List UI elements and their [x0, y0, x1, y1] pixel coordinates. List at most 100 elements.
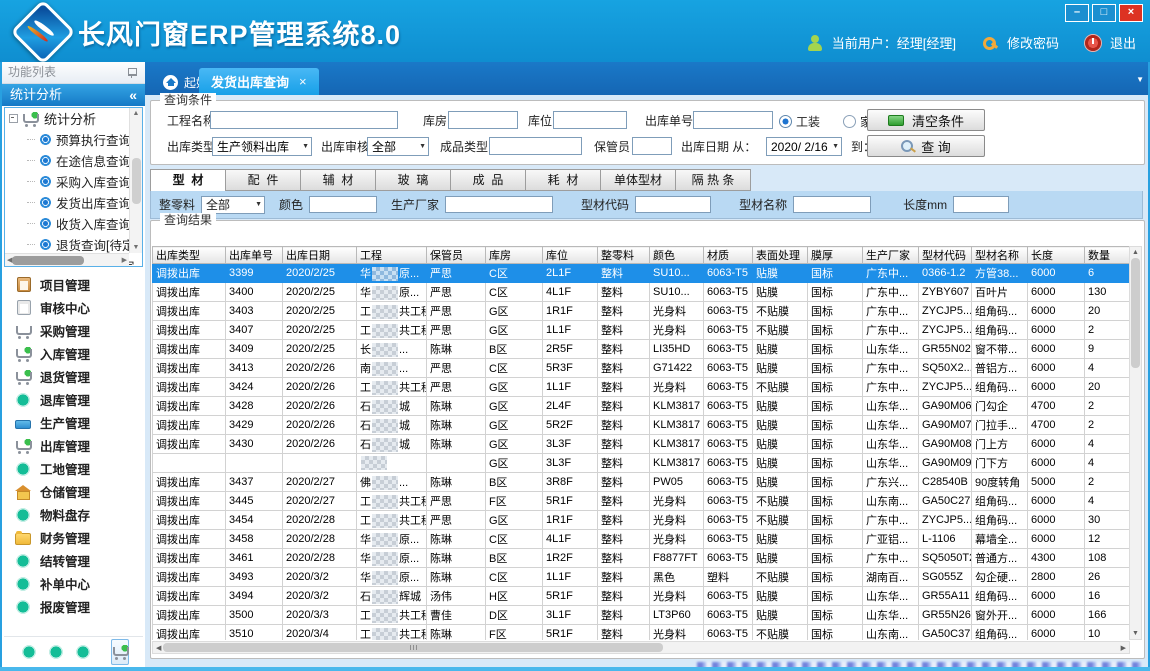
sidebar-module-退货管理[interactable]: 退货管理: [2, 365, 145, 388]
table-row[interactable]: 调拨出库34542020/2/28工共工程严思G区1R1F整料光身料6063-T…: [153, 511, 1131, 530]
profile-code-input[interactable]: [635, 196, 711, 213]
clear-conditions-button[interactable]: 清空条件: [867, 109, 985, 131]
tree-item[interactable]: 退货查询[待定]: [5, 234, 142, 255]
scrollbar-thumb[interactable]: [132, 158, 141, 204]
sidebar-module-结转管理[interactable]: 结转管理: [2, 549, 145, 572]
sidebar-module-出库管理[interactable]: 出库管理: [2, 434, 145, 457]
radio-work-install[interactable]: 工装: [779, 113, 820, 130]
table-row[interactable]: 调拨出库34292020/2/26石城陈琳G区5R2F整料KLM38176063…: [153, 416, 1131, 435]
keeper-input[interactable]: [632, 137, 672, 155]
sidebar-module-工地管理[interactable]: 工地管理: [2, 457, 145, 480]
table-row[interactable]: 调拨出库34282020/2/26石城陈琳G区2L4F整料KLM38176063…: [153, 397, 1131, 416]
maximize-button[interactable]: □: [1092, 4, 1116, 22]
warehouse-input[interactable]: [448, 111, 518, 129]
tree-horizontal-scrollbar[interactable]: ◀ ▶: [5, 253, 129, 266]
collapse-panel-button[interactable]: «: [129, 84, 137, 106]
scrollbar-thumb[interactable]: [163, 643, 663, 652]
close-button[interactable]: ×: [1119, 4, 1143, 22]
column-header[interactable]: 保管员: [427, 247, 486, 264]
material-tab[interactable]: 配 件: [226, 169, 301, 191]
search-button[interactable]: 查 询: [867, 135, 985, 157]
tree-item[interactable]: 在途信息查询[待: [5, 150, 142, 171]
sidebar-module-财务管理[interactable]: 财务管理: [2, 526, 145, 549]
table-row[interactable]: 调拨出库34612020/2/28华原...陈琳B区1R2F整料F8877FT6…: [153, 549, 1131, 568]
close-tab-icon[interactable]: ×: [299, 74, 307, 89]
tree-root-statistics[interactable]: 统计分析: [5, 108, 142, 129]
change-password-link[interactable]: 修改密码: [1007, 33, 1059, 52]
scroll-up-icon[interactable]: ▲: [1132, 249, 1139, 256]
scroll-left-icon[interactable]: ◀: [156, 644, 161, 652]
table-row[interactable]: 调拨出库33992020/2/25华原...严思C区2L1F整料SU10...6…: [153, 264, 1131, 283]
scroll-right-icon[interactable]: ▶: [1121, 644, 1126, 652]
table-row[interactable]: 调拨出库35102020/3/4工共工程陈琳F区5R1F整料光身料6063-T5…: [153, 625, 1131, 641]
sidebar-module-仓储管理[interactable]: 仓储管理: [2, 480, 145, 503]
scroll-up-icon[interactable]: ▲: [133, 110, 140, 117]
location-input[interactable]: [553, 111, 627, 129]
sidebar-module-生产管理[interactable]: 生产管理: [2, 411, 145, 434]
audit-select[interactable]: 全部▼: [367, 137, 429, 156]
material-tab[interactable]: 成 品: [451, 169, 526, 191]
material-tab[interactable]: 隔 热 条: [676, 169, 751, 191]
tree-item[interactable]: 收货入库查询: [5, 213, 142, 234]
column-header[interactable]: 出库类型: [153, 247, 226, 264]
table-row[interactable]: 调拨出库34942020/3/2石辉城汤伟H区5R1F整料光身料6063-T5贴…: [153, 587, 1131, 606]
table-row[interactable]: 调拨出库34032020/2/25工共工程严思G区1R1F整料光身料6063-T…: [153, 302, 1131, 321]
scrollbar-thumb[interactable]: [1131, 258, 1140, 368]
tab-list-dropdown-icon[interactable]: ▼: [1136, 75, 1144, 84]
material-tab[interactable]: 型 材: [150, 169, 226, 191]
tree-vertical-scrollbar[interactable]: ▲ ▼: [129, 108, 142, 253]
product-type-input[interactable]: [489, 137, 582, 155]
column-header[interactable]: 库位: [543, 247, 598, 264]
sidebar-module-审核中心[interactable]: 审核中心: [2, 296, 145, 319]
logout-link[interactable]: 退出: [1110, 33, 1136, 52]
table-row[interactable]: 调拨出库34372020/2/27佛...陈琳B区3R8F整料PW056063-…: [153, 473, 1131, 492]
scroll-down-icon[interactable]: ▼: [133, 244, 140, 251]
scroll-right-icon[interactable]: ▶: [122, 256, 127, 264]
table-row[interactable]: 调拨出库34452020/2/27工共工程严思F区5R1F整料光身料6063-T…: [153, 492, 1131, 511]
column-header[interactable]: 工程: [357, 247, 427, 264]
material-tab[interactable]: 耗 材: [526, 169, 601, 191]
manufacturer-input[interactable]: [445, 196, 553, 213]
tree-expander-icon[interactable]: [9, 114, 18, 123]
column-header[interactable]: 出库日期: [283, 247, 357, 264]
table-horizontal-scrollbar[interactable]: ◀ ▶: [152, 641, 1130, 654]
column-header[interactable]: 长度: [1028, 247, 1085, 264]
column-header[interactable]: 型材名称: [972, 247, 1028, 264]
table-row[interactable]: 调拨出库35002020/3/3工共工程曹佳D区3L1F整料LT3P606063…: [153, 606, 1131, 625]
table-row[interactable]: 调拨出库34002020/2/25华原...严思C区4L1F整料SU10...6…: [153, 283, 1131, 302]
tree-item[interactable]: 采购入库查询: [5, 171, 142, 192]
tab-shipping-outbound-query[interactable]: 发货出库查询 ×: [199, 68, 319, 95]
sidebar-module-采购管理[interactable]: 采购管理: [2, 319, 145, 342]
length-input[interactable]: [953, 196, 1009, 213]
whole-piece-select[interactable]: 全部▼: [201, 196, 265, 214]
column-header[interactable]: 生产厂家: [863, 247, 919, 264]
column-header[interactable]: 出库单号: [226, 247, 283, 264]
profile-name-input[interactable]: [793, 196, 871, 213]
project-name-input[interactable]: [210, 111, 398, 129]
sidebar-module-补单中心[interactable]: 补单中心: [2, 572, 145, 595]
table-row[interactable]: 调拨出库34092020/2/25长...陈琳B区2R5F整料LI35HD606…: [153, 340, 1131, 359]
material-tab[interactable]: 单体型材: [601, 169, 676, 191]
scroll-down-icon[interactable]: ▼: [1132, 630, 1139, 637]
tree-item[interactable]: 发货出库查询: [5, 192, 142, 213]
column-header[interactable]: 库房: [486, 247, 543, 264]
table-row[interactable]: G区3L3F整料KLM38176063-T5贴膜国标山东华...GA90M09.…: [153, 454, 1131, 473]
table-row[interactable]: 调拨出库34582020/2/28华原...陈琳C区4L1F整料光身料6063-…: [153, 530, 1131, 549]
pin-icon[interactable]: [128, 68, 137, 76]
column-header[interactable]: 数量: [1085, 247, 1131, 264]
tree-item[interactable]: 预算执行查询: [5, 129, 142, 150]
table-row[interactable]: 调拨出库34242020/2/26工共工程严思G区1L1F整料光身料6063-T…: [153, 378, 1131, 397]
table-row[interactable]: 调拨出库34932020/3/2华原...陈琳C区1L1F整料黑色塑料不贴膜国标…: [153, 568, 1131, 587]
cart-shortcut-button[interactable]: [111, 639, 129, 665]
sidebar-module-项目管理[interactable]: 项目管理: [2, 273, 145, 296]
order-no-input[interactable]: [693, 111, 773, 129]
column-header[interactable]: 膜厚: [808, 247, 863, 264]
sidebar-module-入库管理[interactable]: 入库管理: [2, 342, 145, 365]
table-vertical-scrollbar[interactable]: ▲ ▼: [1129, 246, 1142, 640]
dot-icon[interactable]: [22, 644, 36, 660]
table-row[interactable]: 调拨出库34132020/2/26南...严思C区5R3F整料G71422606…: [153, 359, 1131, 378]
material-tab[interactable]: 玻 璃: [376, 169, 451, 191]
sidebar-module-退库管理[interactable]: 退库管理: [2, 388, 145, 411]
column-header[interactable]: 表面处理: [753, 247, 808, 264]
table-row[interactable]: 调拨出库34302020/2/26石城陈琳G区3L3F整料KLM38176063…: [153, 435, 1131, 454]
